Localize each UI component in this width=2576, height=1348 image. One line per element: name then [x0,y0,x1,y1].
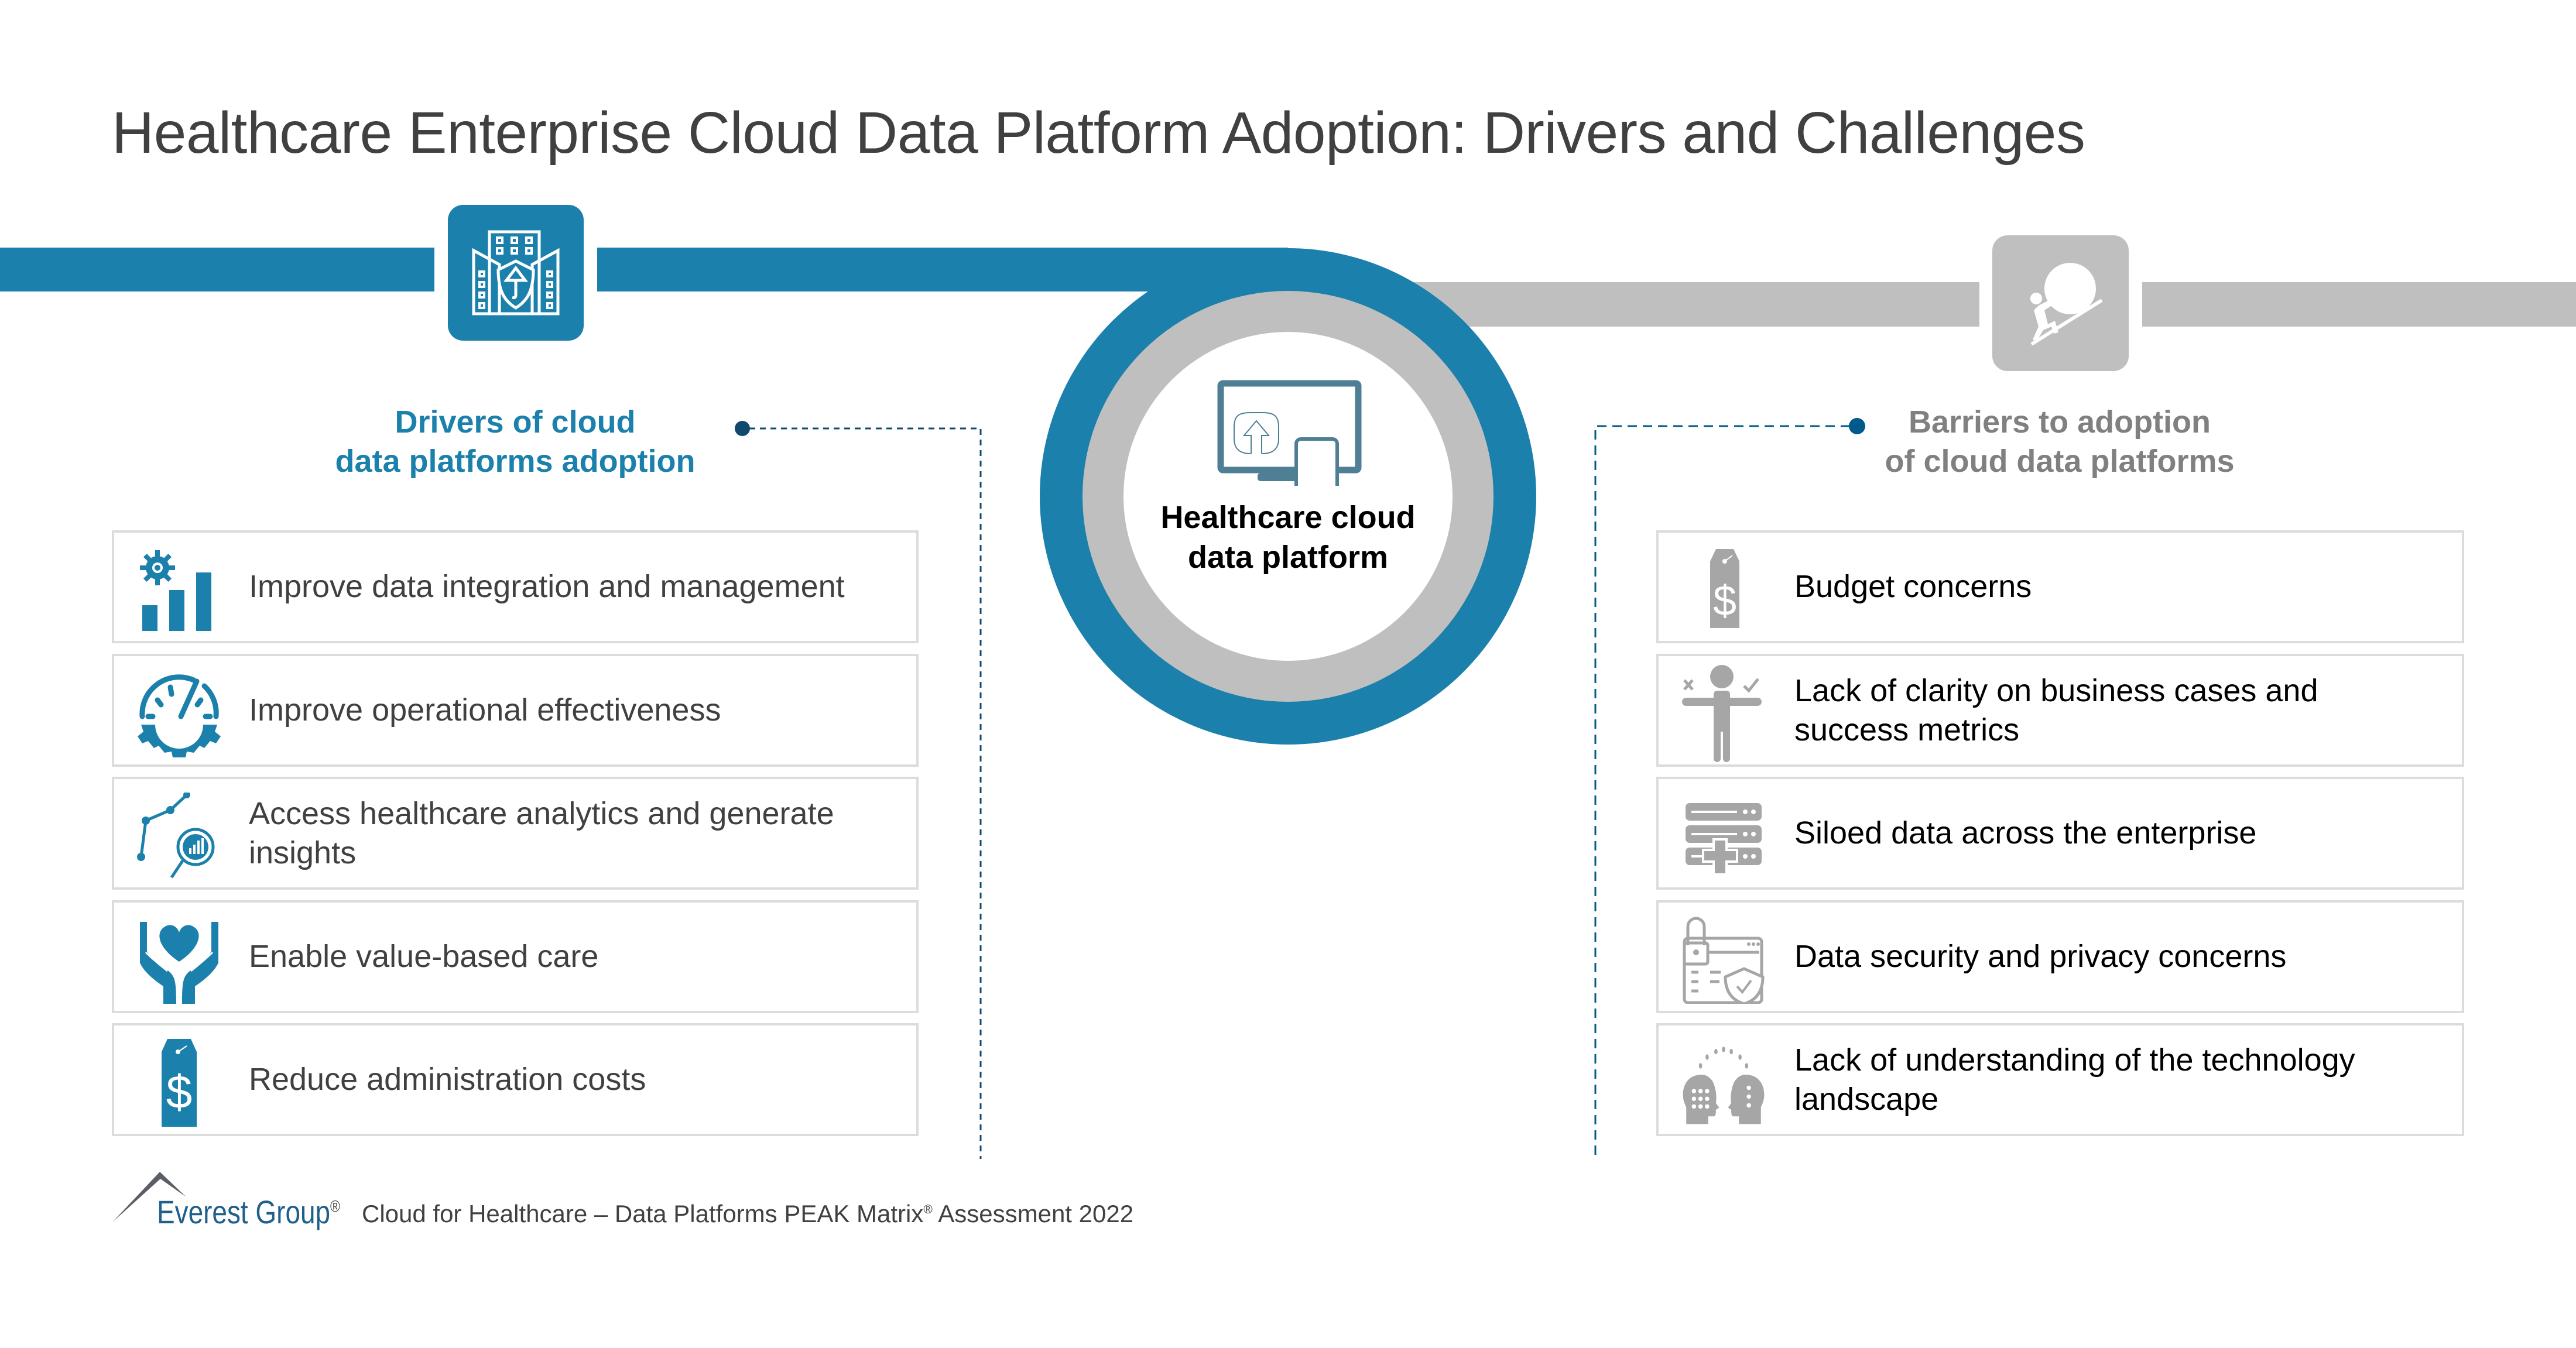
svg-text:$: $ [1713,578,1736,625]
barriers-heading-line2: of cloud data platforms [1885,444,2235,479]
gauge-gear-icon [138,674,221,757]
barrier-icon-wrap [1680,795,1767,877]
barrier-label: Lack of understanding of the technology … [1794,1042,2355,1117]
hub-label-line2: data platform [1187,540,1389,575]
footer-text-mark: ® [923,1203,933,1216]
hub-icon-wrap [1211,369,1365,496]
barrier-card: Data security and privacy concerns [1656,900,2464,1013]
barrier-label: Siloed data across the enterprise [1794,815,2257,850]
barriers-bar-right [2142,282,2576,327]
drivers-bar-left [0,248,434,291]
driver-card: Enable value-based care [112,900,919,1013]
driver-icon-wrap [135,793,223,879]
barrier-card: Lack of understanding of the technology … [1656,1023,2464,1136]
building-shield-umbrella-icon [472,230,560,315]
footer-brand-name: Everest Group [157,1193,331,1230]
gear-bar-chart-icon [140,550,211,631]
barrier-label: Budget concerns [1794,569,2032,604]
driver-card: Improve data integration and management [112,530,919,643]
driver-icon-wrap [135,673,223,757]
driver-icon-wrap: $ [135,1039,223,1127]
two-heads-thinking-icon [1683,1047,1765,1124]
analytics-magnifier-icon [137,793,215,879]
barrier-card: Lack of clarity on business cases and su… [1656,654,2464,767]
barrier-icon-wrap [1680,1042,1767,1124]
barrier-card: Siloed data across the enterprise [1656,777,2464,890]
svg-text:$: $ [166,1066,193,1118]
drivers-header-icon-box [448,205,584,341]
drivers-heading-line2: data platforms adoption [335,444,696,479]
driver-icon-wrap [135,549,223,631]
server-stack-icon [1686,803,1762,876]
lock-shield-icon [1683,917,1765,1004]
driver-label: Improve operational effectiveness [249,692,721,728]
driver-label: Access healthcare analytics and generate… [249,795,834,870]
monitor-cloud-upload-mobile-icon [1217,380,1362,496]
person-decision-icon [1682,665,1762,762]
barrier-icon-wrap [1680,665,1767,762]
barrier-card: $ Budget concerns [1656,530,2464,643]
footer-text-year: Assessment 2022 [932,1200,1134,1227]
driver-card: Improve operational effectiveness [112,654,919,767]
barrier-label: Lack of clarity on business cases and su… [1794,673,2318,747]
driver-icon-wrap [135,919,223,1004]
barriers-heading: Barriers to adoption of cloud data platf… [1837,403,2282,481]
barriers-header-icon-box [1992,235,2129,371]
driver-card: $ Reduce administration costs [112,1023,919,1136]
driver-card: Access healthcare analytics and generate… [112,777,919,890]
dollar-tag-icon: $ [1710,549,1739,628]
footer-brand-mark: ® [330,1197,340,1216]
drivers-heading-line1: Drivers of cloud [395,404,636,440]
hub-label-line1: Healthcare cloud [1160,500,1416,535]
footer-brand: Everest Group® [157,1193,340,1231]
barrier-label: Data security and privacy concerns [1794,939,2287,974]
dollar-tag-icon: $ [162,1039,197,1127]
driver-label: Reduce administration costs [249,1062,646,1097]
barrier-icon-wrap [1680,917,1767,1004]
drivers-heading: Drivers of cloud data platforms adoption [293,403,738,481]
footer-text-main: Cloud for Healthcare – Data Platforms PE… [362,1200,924,1227]
driver-label: Improve data integration and management [249,569,845,604]
barrier-icon-wrap: $ [1680,549,1767,631]
footer-source: Cloud for Healthcare – Data Platforms PE… [362,1200,1133,1228]
driver-label: Enable value-based care [249,939,599,974]
barriers-heading-line1: Barriers to adoption [1908,404,2211,440]
hub-label: Healthcare cloud data platform [1124,498,1452,577]
person-pushing-boulder-icon [2030,263,2103,346]
hands-heart-icon [140,922,218,1004]
